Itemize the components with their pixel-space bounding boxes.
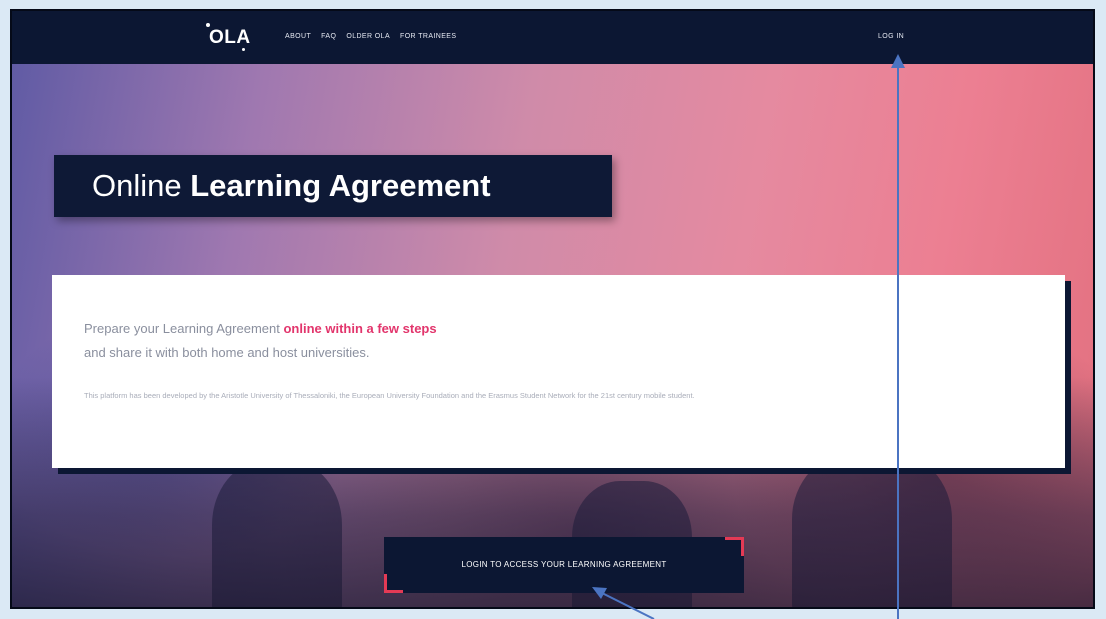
login-access-button[interactable]: LOGIN TO ACCESS YOUR LEARNING AGREEMENT (384, 537, 744, 593)
nav-about[interactable]: ABOUT (285, 33, 311, 40)
browser-viewport: OLA ABOUT FAQ OLDER OLA FOR TRAINEES LOG… (10, 9, 1095, 609)
page-title-light: Online (92, 168, 191, 203)
annotation-arrowhead-icon (891, 54, 905, 68)
ola-logo[interactable]: OLA (209, 27, 251, 49)
nav-older-ola[interactable]: OLDER OLA (346, 33, 390, 40)
login-access-button-label: LOGIN TO ACCESS YOUR LEARNING AGREEMENT (461, 560, 667, 569)
page-title: Online Learning Agreement (54, 155, 612, 217)
intro-text: Prepare your Learning Agreement online w… (84, 317, 1033, 365)
intro-text-part1: Prepare your Learning Agreement (84, 321, 284, 336)
annotation-arrow-login (897, 66, 899, 619)
intro-text-part2: and share it with both home and host uni… (84, 345, 370, 360)
corner-bracket-icon (725, 537, 744, 556)
nav-faq[interactable]: FAQ (321, 33, 336, 40)
logo-dot-icon (242, 48, 245, 51)
login-link[interactable]: LOG IN (878, 33, 904, 40)
intro-highlight: online within a few steps (283, 321, 437, 336)
main-nav: ABOUT FAQ OLDER OLA FOR TRAINEES (285, 33, 456, 40)
top-navigation-bar: OLA ABOUT FAQ OLDER OLA FOR TRAINEES LOG… (12, 11, 1093, 64)
nav-for-trainees[interactable]: FOR TRAINEES (400, 33, 456, 40)
credits-text: This platform has been developed by the … (84, 391, 695, 400)
page-title-bold: Learning Agreement (190, 168, 491, 203)
corner-bracket-icon (384, 574, 403, 593)
intro-card: Prepare your Learning Agreement online w… (52, 275, 1065, 468)
